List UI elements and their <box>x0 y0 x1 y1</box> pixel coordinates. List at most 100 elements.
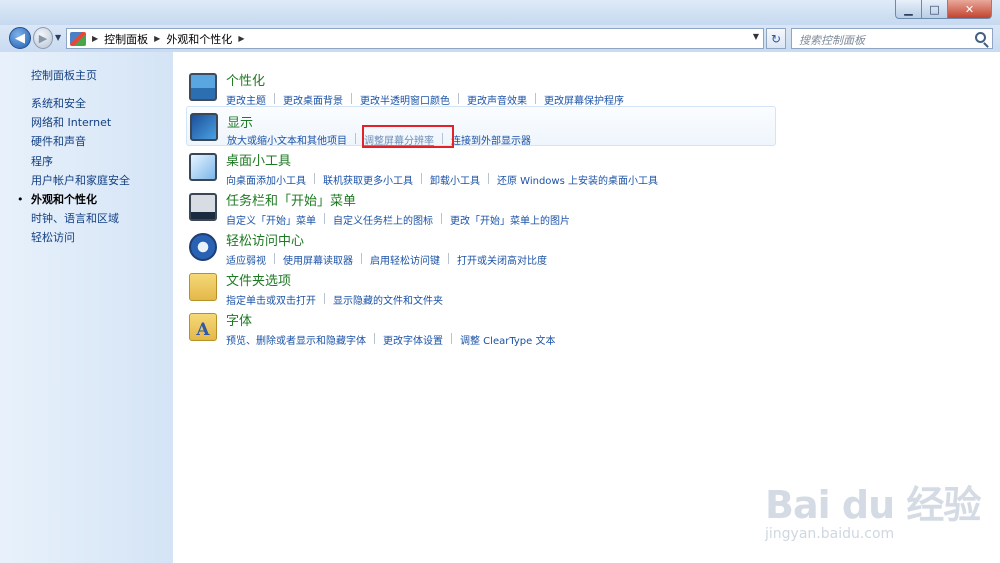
task-link[interactable]: 自定义任务栏上的图标 <box>333 212 433 227</box>
link-divider <box>274 253 275 264</box>
category-links: 指定单击或双击打开 显示隐藏的文件和文件夹 <box>226 292 443 307</box>
personalization-icon[interactable] <box>189 73 217 101</box>
sidebar-item-appearance[interactable]: 外观和个性化 <box>17 190 130 209</box>
link-divider <box>441 213 442 224</box>
recent-pages-chevron-icon[interactable]: ▼ <box>55 33 61 42</box>
category-taskbar: 任务栏和「开始」菜单 自定义「开始」菜单 自定义任务栏上的图标 更改「开始」菜单… <box>186 190 786 227</box>
task-link[interactable]: 启用轻松访问键 <box>370 252 440 267</box>
link-divider <box>324 293 325 304</box>
category-title[interactable]: 任务栏和「开始」菜单 <box>226 190 356 209</box>
ease-of-access-icon[interactable] <box>189 233 217 261</box>
sidebar-item-programs[interactable]: 程序 <box>31 152 130 171</box>
task-link[interactable]: 显示隐藏的文件和文件夹 <box>333 292 443 307</box>
display-icon[interactable] <box>190 113 218 141</box>
title-bar: ▁ □ ✕ <box>0 0 1000 25</box>
task-link[interactable]: 使用屏幕读取器 <box>283 252 353 267</box>
link-divider <box>488 173 489 184</box>
navigation-bar: ◀ ▶ ▼ ▶ 控制面板 ▶ 外观和个性化 ▶ ▼ ↻ 搜索控制面板 <box>0 25 1000 52</box>
category-ease-of-access: 轻松访问中心 适应弱视 使用屏幕读取器 启用轻松访问键 打开或关闭高对比度 <box>186 230 786 267</box>
link-divider <box>351 93 352 104</box>
link-divider <box>451 333 452 344</box>
task-link[interactable]: 指定单击或双击打开 <box>226 292 316 307</box>
sidebar-item-ease-of-access[interactable]: 轻松访问 <box>31 228 130 247</box>
link-divider <box>355 133 356 144</box>
category-display: 显示 放大或缩小文本和其他项目 调整屏幕分辨率 连接到外部显示器 <box>186 106 776 148</box>
category-links: 预览、删除或者显示和隐藏字体 更改字体设置 调整 ClearType 文本 <box>226 332 555 347</box>
category-title[interactable]: 显示 <box>227 112 253 131</box>
task-link[interactable]: 还原 Windows 上安装的桌面小工具 <box>497 172 658 187</box>
task-link[interactable]: 适应弱视 <box>226 252 266 267</box>
breadcrumb-separator-icon[interactable]: ▶ <box>238 34 244 43</box>
task-link[interactable]: 卸载小工具 <box>430 172 480 187</box>
caption-buttons: ▁ □ ✕ <box>895 0 992 19</box>
sidebar-item-system-security[interactable]: 系统和安全 <box>31 94 130 113</box>
task-link[interactable]: 连接到外部显示器 <box>451 132 531 147</box>
task-link[interactable]: 更改主题 <box>226 92 266 107</box>
category-links: 向桌面添加小工具 联机获取更多小工具 卸载小工具 还原 Windows 上安装的… <box>226 172 658 187</box>
folder-options-icon[interactable] <box>189 273 217 301</box>
search-icon[interactable] <box>975 32 986 43</box>
category-title[interactable]: 文件夹选项 <box>226 270 291 289</box>
task-link[interactable]: 联机获取更多小工具 <box>323 172 413 187</box>
category-list: 系统和安全 网络和 Internet 硬件和声音 程序 用户帐户和家庭安全 外观… <box>17 94 130 248</box>
baidu-jingyan-watermark: Bai du 经验 jingyan.baidu.com <box>765 466 985 546</box>
task-link[interactable]: 更改桌面背景 <box>283 92 343 107</box>
category-personalization: 个性化 更改主题 更改桌面背景 更改半透明窗口颜色 更改声音效果 更改屏幕保护程… <box>186 70 786 107</box>
category-links: 更改主题 更改桌面背景 更改半透明窗口颜色 更改声音效果 更改屏幕保护程序 <box>226 92 624 107</box>
sidebar-item-hardware-sound[interactable]: 硬件和声音 <box>31 132 130 151</box>
link-divider <box>274 93 275 104</box>
maximize-button[interactable]: □ <box>922 0 948 19</box>
category-folder-options: 文件夹选项 指定单击或双击打开 显示隐藏的文件和文件夹 <box>186 270 786 307</box>
sidebar-item-network[interactable]: 网络和 Internet <box>31 113 130 132</box>
task-link[interactable]: 更改字体设置 <box>383 332 443 347</box>
sidebar-item-user-accounts[interactable]: 用户帐户和家庭安全 <box>31 171 130 190</box>
address-dropdown-icon[interactable]: ▼ <box>753 32 759 41</box>
control-panel-home-link[interactable]: 控制面板主页 <box>31 67 97 83</box>
control-panel-icon <box>70 31 86 46</box>
watermark-logo: Bai du 经验 <box>765 483 981 527</box>
sidebar-item-clock-language[interactable]: 时钟、语言和区域 <box>31 209 130 228</box>
forward-button[interactable]: ▶ <box>33 27 53 49</box>
category-title[interactable]: 字体 <box>226 310 252 329</box>
breadcrumb-separator-icon[interactable]: ▶ <box>154 34 160 43</box>
category-fonts: A 字体 预览、删除或者显示和隐藏字体 更改字体设置 调整 ClearType … <box>186 310 786 347</box>
highlight-annotation-box <box>362 125 454 148</box>
breadcrumb-separator-icon[interactable]: ▶ <box>92 34 98 43</box>
task-link[interactable]: 向桌面添加小工具 <box>226 172 306 187</box>
link-divider <box>448 253 449 264</box>
category-title[interactable]: 个性化 <box>226 70 265 89</box>
task-link[interactable]: 调整 ClearType 文本 <box>460 332 555 347</box>
link-divider <box>361 253 362 264</box>
task-link[interactable]: 自定义「开始」菜单 <box>226 212 316 227</box>
task-link[interactable]: 更改声音效果 <box>467 92 527 107</box>
task-link[interactable]: 放大或缩小文本和其他项目 <box>227 132 347 147</box>
category-links: 适应弱视 使用屏幕读取器 启用轻松访问键 打开或关闭高对比度 <box>226 252 547 267</box>
category-title[interactable]: 桌面小工具 <box>226 150 291 169</box>
breadcrumb-control-panel[interactable]: 控制面板 <box>104 31 148 47</box>
breadcrumb-appearance[interactable]: 外观和个性化 <box>166 31 232 47</box>
address-bar[interactable]: ▶ 控制面板 ▶ 外观和个性化 ▶ ▼ <box>66 28 764 49</box>
link-divider <box>374 333 375 344</box>
category-links: 自定义「开始」菜单 自定义任务栏上的图标 更改「开始」菜单上的图片 <box>226 212 570 227</box>
link-divider <box>324 213 325 224</box>
fonts-icon[interactable]: A <box>189 313 217 341</box>
back-button[interactable]: ◀ <box>9 27 31 49</box>
search-input[interactable]: 搜索控制面板 <box>791 28 993 49</box>
task-link[interactable]: 打开或关闭高对比度 <box>457 252 547 267</box>
watermark-url: jingyan.baidu.com <box>765 526 895 542</box>
link-divider <box>535 93 536 104</box>
link-divider <box>458 93 459 104</box>
task-link[interactable]: 更改半透明窗口颜色 <box>360 92 450 107</box>
taskbar-icon[interactable] <box>189 193 217 221</box>
link-divider <box>314 173 315 184</box>
category-title[interactable]: 轻松访问中心 <box>226 230 304 249</box>
gadgets-icon[interactable] <box>189 153 217 181</box>
refresh-button[interactable]: ↻ <box>766 28 786 49</box>
left-navigation-pane: 控制面板主页 系统和安全 网络和 Internet 硬件和声音 程序 用户帐户和… <box>0 52 173 563</box>
task-link[interactable]: 更改「开始」菜单上的图片 <box>450 212 570 227</box>
close-button[interactable]: ✕ <box>948 0 992 19</box>
category-gadgets: 桌面小工具 向桌面添加小工具 联机获取更多小工具 卸载小工具 还原 Window… <box>186 150 786 187</box>
task-link[interactable]: 更改屏幕保护程序 <box>544 92 624 107</box>
minimize-button[interactable]: ▁ <box>895 0 922 19</box>
task-link[interactable]: 预览、删除或者显示和隐藏字体 <box>226 332 366 347</box>
